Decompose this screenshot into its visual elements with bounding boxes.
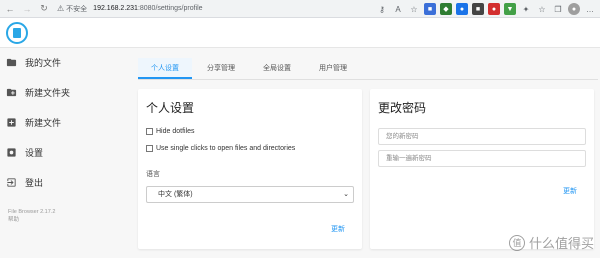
- filebrowser-logo[interactable]: [6, 22, 28, 44]
- browser-extensions: ⚷ A ☆ ■ ◆ ● ■ ● ▼ ✦ ☆ ❐ ● …: [376, 3, 596, 15]
- extension-green-icon[interactable]: ◆: [440, 3, 452, 15]
- single-click-label: Use single clicks to open files and dire…: [156, 145, 296, 152]
- confirm-password-input[interactable]: 重输一遍新密码: [378, 150, 586, 167]
- sidebar: 我的文件 新建文件夹 新建文件 设置 登出 File Browser 2.17.…: [0, 48, 130, 258]
- single-click-option[interactable]: Use single clicks to open files and dire…: [146, 145, 295, 152]
- settings-tabs: 个人设置 分享管理 全局设置 用户管理: [138, 58, 598, 80]
- sidebar-item-label: 设置: [25, 147, 44, 158]
- hide-dotfiles-label: Hide dotfiles: [156, 128, 195, 135]
- key-icon[interactable]: ⚷: [376, 3, 388, 15]
- profile-avatar[interactable]: ●: [568, 3, 580, 15]
- url-path: :8080/settings/profile: [137, 5, 203, 12]
- chevron-down-icon: ⌄: [343, 191, 349, 198]
- extension-dark-icon[interactable]: ■: [472, 3, 484, 15]
- language-value: 中文 (繁体): [158, 191, 193, 198]
- tab-user-management[interactable]: 用户管理: [306, 58, 360, 79]
- card-title: 个人设置: [146, 101, 195, 115]
- sidebar-item-label: 我的文件: [25, 57, 62, 68]
- sidebar-item-new-folder[interactable]: 新建文件夹: [6, 84, 70, 100]
- extension-shield-icon[interactable]: ▼: [504, 3, 516, 15]
- sidebar-item-my-files[interactable]: 我的文件: [6, 54, 61, 70]
- favorites-bar-icon[interactable]: ☆: [536, 3, 548, 15]
- new-file-icon: [7, 117, 16, 127]
- browser-toolbar: ← → ↻ ⚠ 不安全 192.168.2.231:8080/settings/…: [0, 0, 600, 18]
- sidebar-item-label: 新建文件: [25, 117, 62, 128]
- more-menu-icon[interactable]: …: [584, 3, 596, 15]
- help-link[interactable]: 帮助: [8, 216, 55, 224]
- new-folder-icon: [6, 88, 17, 96]
- watermark-badge-icon: 值: [508, 234, 525, 251]
- card-title: 更改密码: [378, 101, 427, 115]
- sidebar-item-new-file[interactable]: 新建文件: [6, 114, 61, 130]
- warning-icon: ⚠: [57, 4, 65, 13]
- extensions-icon[interactable]: ✦: [520, 3, 532, 15]
- reload-icon[interactable]: ↻: [37, 2, 51, 16]
- change-password-card: 更改密码 您的新密码 重输一遍新密码 更新: [370, 89, 594, 249]
- read-aloud-icon[interactable]: A: [392, 3, 404, 15]
- logo-mark: [13, 28, 21, 38]
- single-click-checkbox[interactable]: [146, 145, 153, 152]
- update-password-button[interactable]: 更新: [563, 186, 577, 196]
- tab-share-management[interactable]: 分享管理: [194, 58, 248, 79]
- extension-red-icon[interactable]: ●: [488, 3, 500, 15]
- personal-settings-card: 个人设置 Hide dotfiles Use single clicks to …: [138, 89, 362, 249]
- url-host: 192.168.2.231: [93, 5, 138, 12]
- sidebar-item-settings[interactable]: 设置: [6, 144, 43, 160]
- version-text: File Browser 2.17.2: [8, 209, 56, 215]
- watermark: 值 什么值得买: [508, 233, 594, 252]
- language-select[interactable]: 中文 (繁体) ⌄: [146, 186, 354, 203]
- update-profile-button[interactable]: 更新: [331, 224, 345, 234]
- logout-icon: [7, 177, 16, 187]
- tab-global-settings[interactable]: 全局设置: [250, 58, 304, 79]
- app-header: [0, 18, 600, 48]
- favorite-icon[interactable]: ☆: [408, 3, 420, 15]
- collections-icon[interactable]: ❐: [552, 3, 564, 15]
- sidebar-item-label: 登出: [25, 177, 44, 188]
- sidebar-footer: File Browser 2.17.2 帮助: [8, 208, 55, 224]
- extension-blue-icon[interactable]: ■: [424, 3, 436, 15]
- folder-icon: [6, 58, 17, 66]
- hide-dotfiles-checkbox[interactable]: [146, 128, 153, 135]
- back-icon[interactable]: ←: [3, 2, 17, 16]
- sidebar-item-logout[interactable]: 登出: [6, 174, 43, 190]
- watermark-text: 什么值得买: [528, 236, 594, 251]
- security-indicator[interactable]: ⚠ 不安全: [57, 4, 87, 14]
- forward-icon[interactable]: →: [20, 2, 34, 16]
- extension-blue2-icon[interactable]: ●: [456, 3, 468, 15]
- settings-icon: [7, 147, 16, 157]
- address-bar[interactable]: 192.168.2.231:8080/settings/profile: [93, 5, 202, 12]
- language-label: 语言: [146, 171, 160, 178]
- tab-profile-settings[interactable]: 个人设置: [138, 58, 192, 79]
- hide-dotfiles-option[interactable]: Hide dotfiles: [146, 128, 195, 135]
- sidebar-item-label: 新建文件夹: [25, 87, 71, 98]
- new-password-input[interactable]: 您的新密码: [378, 128, 586, 145]
- security-text: 不安全: [66, 5, 88, 13]
